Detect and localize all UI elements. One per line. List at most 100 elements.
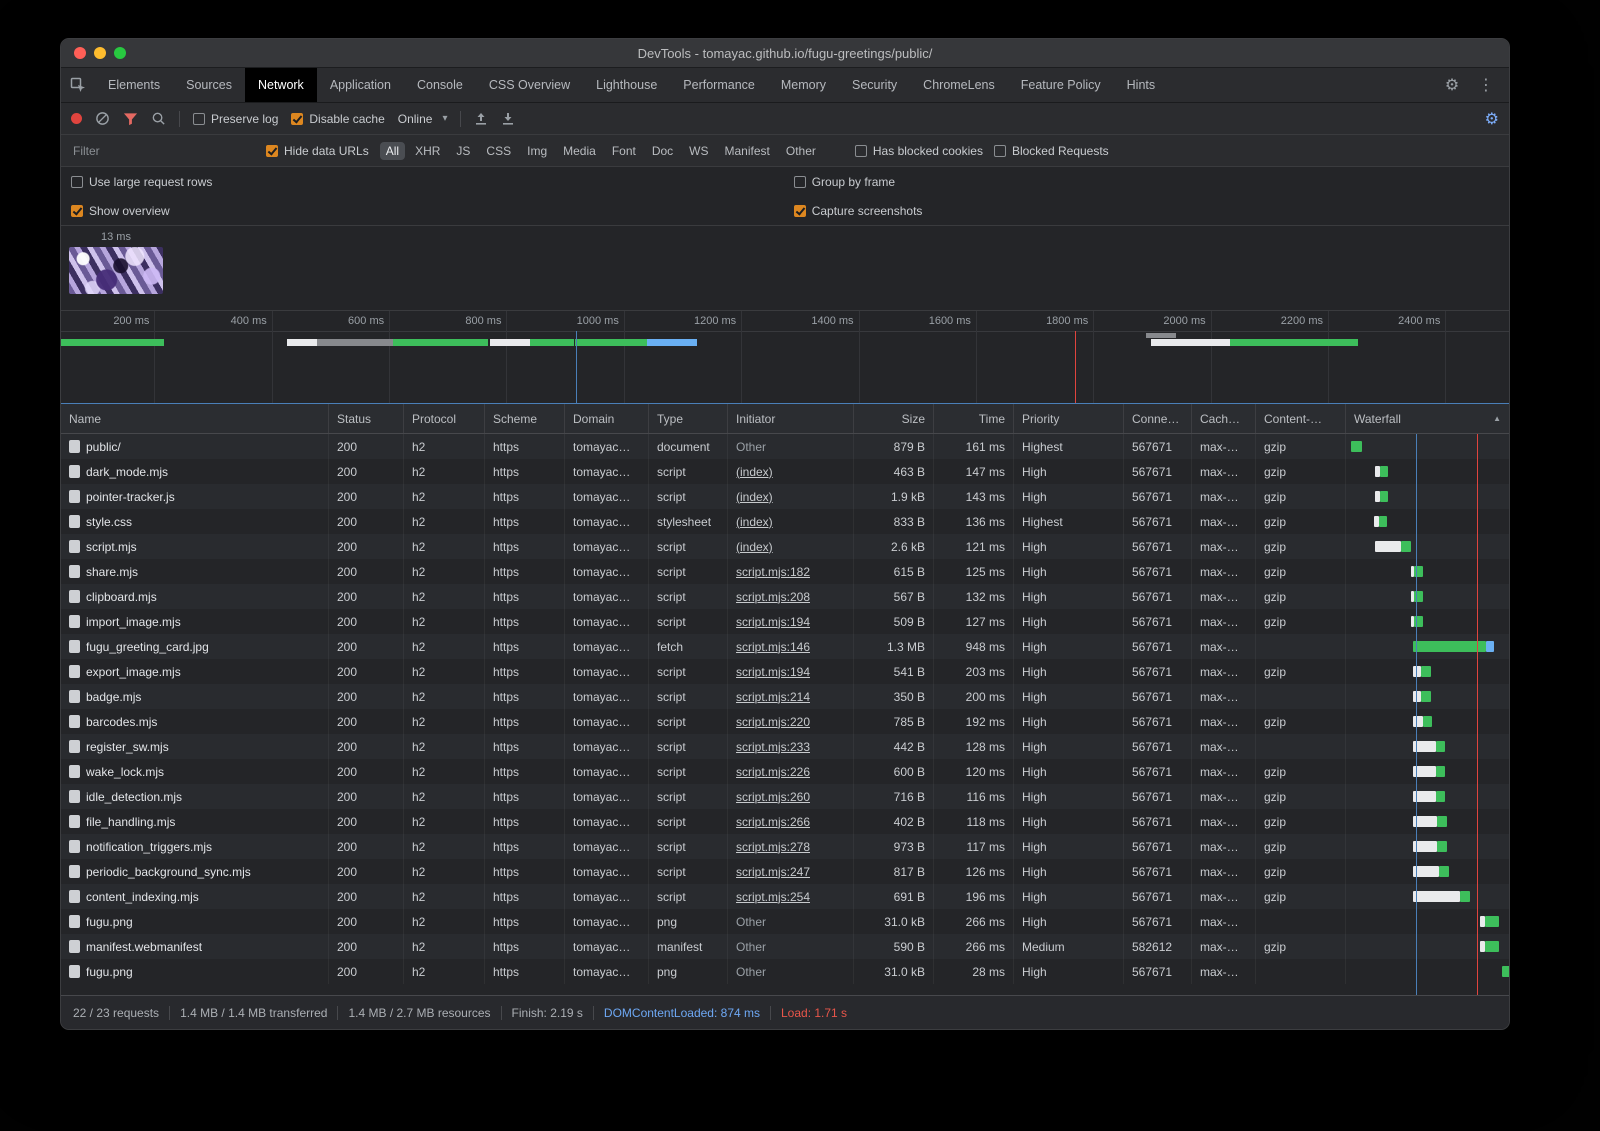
request-row[interactable]: periodic_background_sync.mjs200h2httpsto… [61,859,1509,884]
initiator-link[interactable]: script.mjs:194 [736,665,810,679]
request-row[interactable]: notification_triggers.mjs200h2httpstomay… [61,834,1509,859]
blocked-requests-checkbox[interactable]: Blocked Requests [994,144,1109,158]
request-row[interactable]: style.css200h2httpstomayac…stylesheet(in… [61,509,1509,534]
filmstrip-frame[interactable]: 13 ms [69,231,163,294]
column-header-priority[interactable]: Priority [1014,404,1124,433]
column-header-content[interactable]: Content-… [1256,404,1346,433]
initiator-link[interactable]: (index) [736,540,773,554]
column-header-name[interactable]: Name [61,404,329,433]
throttling-select[interactable]: Online ▾ [398,112,448,126]
initiator-link[interactable]: script.mjs:233 [736,740,810,754]
initiator-link[interactable]: script.mjs:266 [736,815,810,829]
column-header-cache[interactable]: Cach… [1192,404,1256,433]
initiator-link[interactable]: (index) [736,490,773,504]
column-header-protocol[interactable]: Protocol [404,404,485,433]
request-row[interactable]: share.mjs200h2httpstomayac…scriptscript.… [61,559,1509,584]
initiator-link[interactable]: script.mjs:208 [736,590,810,604]
initiator-link[interactable]: script.mjs:194 [736,615,810,629]
initiator-link[interactable]: script.mjs:182 [736,565,810,579]
column-header-size[interactable]: Size [854,404,934,433]
request-row[interactable]: badge.mjs200h2httpstomayac…scriptscript.… [61,684,1509,709]
initiator-link[interactable]: script.mjs:226 [736,765,810,779]
column-header-time[interactable]: Time [934,404,1014,433]
has-blocked-cookies-checkbox[interactable]: Has blocked cookies [855,144,983,158]
tab-elements[interactable]: Elements [95,68,173,102]
import-har-icon[interactable] [474,112,488,126]
request-row[interactable]: pointer-tracker.js200h2httpstomayac…scri… [61,484,1509,509]
preserve-log-checkbox[interactable]: Preserve log [193,112,278,126]
column-header-type[interactable]: Type [649,404,728,433]
filter-funnel-icon[interactable] [123,112,138,126]
clear-network-log-icon[interactable] [95,111,110,126]
request-row[interactable]: wake_lock.mjs200h2httpstomayac…scriptscr… [61,759,1509,784]
use-large-request-rows-checkbox[interactable]: Use large request rows [71,175,212,189]
filter-type-xhr[interactable]: XHR [409,142,446,160]
initiator-link[interactable]: script.mjs:278 [736,840,810,854]
column-header-waterfall[interactable]: Waterfall▲ [1346,404,1509,433]
filmstrip-thumbnail[interactable] [69,247,163,294]
zoom-window-button[interactable] [114,47,126,59]
filter-type-media[interactable]: Media [557,142,602,160]
request-row[interactable]: clipboard.mjs200h2httpstomayac…scriptscr… [61,584,1509,609]
filter-type-img[interactable]: Img [521,142,553,160]
titlebar[interactable]: DevTools - tomayac.github.io/fugu-greeti… [61,39,1509,68]
tab-css-overview[interactable]: CSS Overview [476,68,583,102]
tab-chromelens[interactable]: ChromeLens [910,68,1008,102]
tab-memory[interactable]: Memory [768,68,839,102]
record-network-log-button[interactable] [71,113,82,124]
initiator-link[interactable]: (index) [736,515,773,529]
column-header-scheme[interactable]: Scheme [485,404,565,433]
initiator-link[interactable]: (index) [736,465,773,479]
request-row[interactable]: content_indexing.mjs200h2httpstomayac…sc… [61,884,1509,909]
request-row[interactable]: file_handling.mjs200h2httpstomayac…scrip… [61,809,1509,834]
search-icon[interactable] [151,111,166,126]
filter-input[interactable] [71,143,255,159]
request-row[interactable]: script.mjs200h2httpstomayac…script(index… [61,534,1509,559]
filter-type-other[interactable]: Other [780,142,822,160]
request-row[interactable]: public/200h2httpstomayac…documentOther87… [61,434,1509,459]
group-by-frame-checkbox[interactable]: Group by frame [794,175,895,189]
request-row[interactable]: fugu.png200h2httpstomayac…pngOther31.0 k… [61,959,1509,984]
hide-data-urls-checkbox[interactable]: Hide data URLs [266,144,369,158]
capture-screenshots-checkbox[interactable]: Capture screenshots [794,204,923,218]
tab-hints[interactable]: Hints [1114,68,1168,102]
filter-type-all[interactable]: All [380,142,405,160]
filter-type-js[interactable]: JS [450,142,476,160]
settings-gear-icon[interactable]: ⚙ [1435,68,1469,102]
filter-type-ws[interactable]: WS [683,142,714,160]
filter-type-manifest[interactable]: Manifest [719,142,776,160]
column-header-domain[interactable]: Domain [565,404,649,433]
filter-type-font[interactable]: Font [606,142,642,160]
request-row[interactable]: idle_detection.mjs200h2httpstomayac…scri… [61,784,1509,809]
kebab-menu-icon[interactable]: ⋮ [1469,68,1503,102]
request-row[interactable]: dark_mode.mjs200h2httpstomayac…script(in… [61,459,1509,484]
request-row[interactable]: import_image.mjs200h2httpstomayac…script… [61,609,1509,634]
disable-cache-checkbox[interactable]: Disable cache [291,112,384,126]
initiator-link[interactable]: script.mjs:254 [736,890,810,904]
request-row[interactable]: register_sw.mjs200h2httpstomayac…scripts… [61,734,1509,759]
initiator-link[interactable]: script.mjs:214 [736,690,810,704]
request-row[interactable]: fugu_greeting_card.jpg200h2httpstomayac…… [61,634,1509,659]
request-row[interactable]: fugu.png200h2httpstomayac…pngOther31.0 k… [61,909,1509,934]
show-overview-checkbox[interactable]: Show overview [71,204,170,218]
column-header-connection[interactable]: Conne… [1124,404,1192,433]
timeline-overview[interactable]: 200 ms400 ms600 ms800 ms1000 ms1200 ms14… [61,311,1509,403]
tab-network[interactable]: Network [245,68,317,102]
tab-performance[interactable]: Performance [670,68,768,102]
request-row[interactable]: manifest.webmanifest200h2httpstomayac…ma… [61,934,1509,959]
tab-application[interactable]: Application [317,68,404,102]
export-har-icon[interactable] [501,112,515,126]
close-window-button[interactable] [74,47,86,59]
filter-type-doc[interactable]: Doc [646,142,679,160]
initiator-link[interactable]: script.mjs:220 [736,715,810,729]
minimize-window-button[interactable] [94,47,106,59]
request-row[interactable]: export_image.mjs200h2httpstomayac…script… [61,659,1509,684]
filter-type-css[interactable]: CSS [480,142,517,160]
network-settings-gear-icon[interactable]: ⚙ [1485,109,1499,129]
tab-sources[interactable]: Sources [173,68,245,102]
tab-lighthouse[interactable]: Lighthouse [583,68,670,102]
request-row[interactable]: barcodes.mjs200h2httpstomayac…scriptscri… [61,709,1509,734]
column-header-status[interactable]: Status [329,404,404,433]
initiator-link[interactable]: script.mjs:260 [736,790,810,804]
initiator-link[interactable]: script.mjs:146 [736,640,810,654]
